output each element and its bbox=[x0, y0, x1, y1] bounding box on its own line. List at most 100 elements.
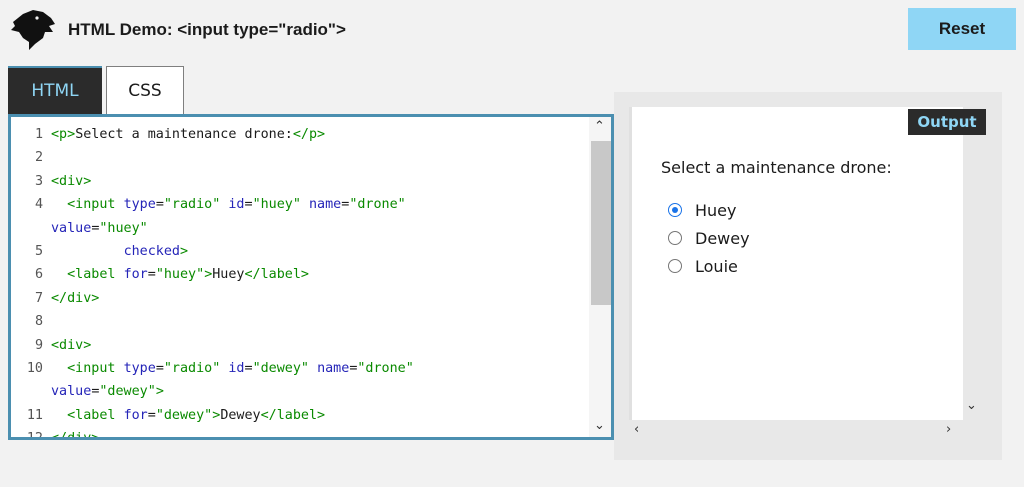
header: HTML Demo: <input type="radio"> Reset bbox=[0, 0, 1024, 62]
code-token: "huey" bbox=[252, 197, 301, 213]
tab-css[interactable]: CSS bbox=[106, 66, 184, 114]
code-text[interactable]: <p>Select a maintenance drone:</p> bbox=[51, 123, 325, 146]
line-number: 4 bbox=[34, 197, 43, 213]
code-token: name bbox=[309, 197, 342, 213]
code-token: "huey" bbox=[155, 267, 205, 283]
radio-button-dewey[interactable] bbox=[668, 231, 682, 245]
chevron-up-icon[interactable]: ⌃ bbox=[594, 119, 605, 134]
code-text[interactable]: <div> bbox=[51, 334, 91, 357]
radio-label-huey[interactable]: Huey bbox=[695, 201, 736, 220]
code-token: id bbox=[228, 360, 245, 376]
editor-vertical-scrollbar[interactable]: ⌃ ⌄ bbox=[589, 117, 611, 437]
code-text[interactable]: <div> bbox=[51, 170, 91, 193]
code-token: Select a maintenance drone: bbox=[75, 127, 293, 142]
code-area[interactable]: 1 <p>Select a maintenance drone:</p> 2 3 <di… bbox=[11, 123, 593, 440]
code-text[interactable]: </div> bbox=[51, 427, 99, 437]
code-text[interactable]: <label for="dewey">Dewey</label> bbox=[51, 404, 325, 427]
code-token: </label> bbox=[244, 267, 310, 283]
code-line[interactable]: 6 <label for="huey">Huey</label> bbox=[11, 263, 593, 286]
radio-option-louie[interactable]: Louie bbox=[668, 255, 738, 277]
line-number: 9 bbox=[34, 337, 43, 353]
code-text[interactable]: checked> bbox=[51, 240, 189, 263]
chevron-down-icon[interactable]: ⌄ bbox=[594, 418, 605, 433]
code-line[interactable]: 10 <input type="radio" id="dewey" name="… bbox=[11, 357, 593, 380]
code-token: "dewey" bbox=[252, 360, 309, 376]
page-title: HTML Demo: <input type="radio"> bbox=[68, 20, 346, 39]
code-token: Dewey bbox=[220, 407, 261, 423]
code-token: type bbox=[123, 360, 156, 376]
code-line[interactable]: 5 checked> bbox=[11, 240, 593, 263]
radio-option-huey[interactable]: Huey bbox=[668, 199, 736, 221]
line-number: 3 bbox=[34, 173, 43, 189]
code-token: <input bbox=[67, 197, 124, 213]
scrollbar-thumb[interactable] bbox=[591, 141, 611, 305]
line-number: 11 bbox=[26, 407, 43, 423]
code-editor[interactable]: 1 <p>Select a maintenance drone:</p> 2 3 <di… bbox=[8, 114, 614, 440]
code-token: <input bbox=[67, 360, 124, 376]
code-text[interactable]: <label for="huey">Huey</label> bbox=[51, 263, 309, 286]
line-number: 10 bbox=[26, 360, 43, 376]
chevron-right-icon[interactable]: › bbox=[946, 422, 951, 437]
chevron-down-icon[interactable]: ⌄ bbox=[966, 398, 977, 413]
code-line[interactable]: 7 </div> bbox=[11, 287, 593, 310]
output-prompt: Select a maintenance drone: bbox=[661, 158, 892, 177]
chevron-left-icon[interactable]: ‹ bbox=[634, 422, 639, 437]
code-token: = bbox=[155, 360, 164, 376]
code-text[interactable]: <input type="radio" id="huey" name="dron… bbox=[51, 193, 406, 216]
line-number: 6 bbox=[34, 267, 43, 283]
code-text[interactable]: value="huey" bbox=[51, 217, 148, 240]
output-badge: Output bbox=[908, 109, 986, 135]
code-token: for bbox=[123, 407, 148, 423]
code-token: <label bbox=[67, 267, 124, 283]
code-token: </div> bbox=[51, 290, 100, 306]
line-number: 12 bbox=[26, 431, 43, 440]
code-token: = bbox=[244, 360, 253, 376]
code-token: = bbox=[155, 197, 164, 213]
line-number: 1 bbox=[34, 127, 43, 142]
code-token: "huey" bbox=[99, 220, 148, 236]
code-token: </p> bbox=[292, 127, 326, 142]
code-line[interactable]: 3 <div> bbox=[11, 170, 593, 193]
code-line[interactable]: 2 bbox=[11, 146, 593, 169]
code-text[interactable]: </div> bbox=[51, 287, 99, 310]
code-token: value bbox=[51, 220, 92, 236]
code-line[interactable]: 12 </div> bbox=[11, 427, 593, 440]
code-line[interactable]: value="huey" bbox=[11, 217, 593, 240]
code-token: <div> bbox=[51, 173, 92, 189]
code-token: "dewey" bbox=[99, 384, 156, 400]
radio-button-louie[interactable] bbox=[668, 259, 682, 273]
code-text[interactable]: value="dewey"> bbox=[51, 380, 164, 403]
code-line[interactable]: 1 <p>Select a maintenance drone:</p> bbox=[11, 123, 593, 146]
code-token: type bbox=[123, 197, 156, 213]
line-number: 8 bbox=[34, 314, 43, 330]
code-token: for bbox=[123, 267, 148, 283]
radio-label-dewey[interactable]: Dewey bbox=[695, 229, 750, 248]
dinosaur-logo-icon[interactable] bbox=[9, 8, 57, 50]
radio-button-huey[interactable] bbox=[668, 203, 682, 217]
code-token: "drone" bbox=[357, 360, 414, 376]
code-token: <p> bbox=[51, 127, 76, 142]
code-token: </label> bbox=[260, 407, 326, 423]
radio-label-louie[interactable]: Louie bbox=[695, 257, 738, 276]
reset-button[interactable]: Reset bbox=[908, 8, 1016, 50]
code-text[interactable]: <input type="radio" id="dewey" name="dro… bbox=[51, 357, 414, 380]
code-line[interactable]: 11 <label for="dewey">Dewey</label> bbox=[11, 404, 593, 427]
code-line[interactable]: 4 <input type="radio" id="huey" name="dr… bbox=[11, 193, 593, 216]
code-line[interactable]: 8 bbox=[11, 310, 593, 333]
code-line[interactable]: value="dewey"> bbox=[11, 380, 593, 403]
line-number: 7 bbox=[34, 290, 43, 306]
code-token: name bbox=[317, 360, 350, 376]
code-token: "dewey" bbox=[155, 407, 213, 423]
tab-html[interactable]: HTML bbox=[8, 66, 102, 114]
code-token: = bbox=[244, 197, 253, 213]
line-number: 5 bbox=[34, 243, 43, 259]
code-line[interactable]: 9 <div> bbox=[11, 334, 593, 357]
code-token: "radio" bbox=[163, 197, 221, 213]
code-token: "drone" bbox=[349, 197, 406, 213]
line-number: 2 bbox=[34, 150, 43, 166]
radio-option-dewey[interactable]: Dewey bbox=[668, 227, 750, 249]
